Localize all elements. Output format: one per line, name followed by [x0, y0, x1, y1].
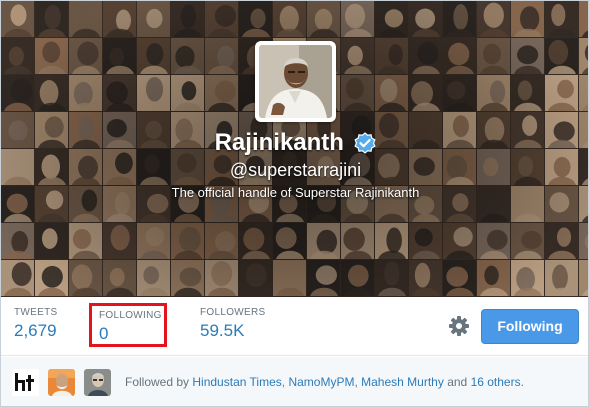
stat-followers[interactable]: FOLLOWERS 59.5K	[200, 307, 266, 341]
profile-handle[interactable]: @superstarrajini	[1, 160, 588, 181]
followed-by-bar: Followed by Hindustan Times, NamoMyPM, M…	[1, 357, 588, 406]
followed-by-and: and	[447, 375, 468, 389]
gear-icon[interactable]	[448, 315, 470, 337]
profile-card: Rajinikanth @superstarrajini The officia…	[0, 0, 589, 407]
stat-following-value: 0	[99, 324, 109, 343]
namomypm-avatar[interactable]	[48, 369, 75, 396]
stat-followers-value: 59.5K	[200, 321, 245, 340]
name-row: Rajinikanth	[1, 129, 588, 157]
hindustan-times-avatar[interactable]	[12, 369, 39, 396]
followed-by-prefix: Followed by	[125, 375, 190, 389]
stat-tweets-value: 2,679	[14, 321, 57, 340]
separator: ,	[281, 375, 286, 389]
separator: ,	[354, 375, 358, 389]
stat-following-label: FOLLOWING	[99, 310, 162, 321]
stat-tweets-label: TWEETS	[14, 307, 58, 318]
followed-by-end: .	[520, 375, 524, 389]
stat-tweets[interactable]: TWEETS 2,679	[14, 307, 57, 341]
stat-following[interactable]: FOLLOWING 0	[89, 303, 167, 347]
following-button[interactable]: Following	[481, 309, 579, 344]
followed-by-link-namomypm[interactable]: NamoMyPM	[288, 375, 354, 389]
display-name[interactable]: Rajinikanth	[215, 129, 344, 157]
mahesh-murthy-avatar[interactable]	[84, 369, 111, 396]
profile-avatar-image	[259, 45, 332, 118]
followed-by-link-others[interactable]: 16 others	[471, 375, 521, 389]
stat-followers-label: FOLLOWERS	[200, 307, 266, 318]
followed-by-link-hindustan-times[interactable]: Hindustan Times	[192, 375, 281, 389]
followed-by-link-mahesh-murthy[interactable]: Mahesh Murthy	[361, 375, 444, 389]
followed-by-text: Followed by Hindustan Times, NamoMyPM, M…	[125, 375, 524, 389]
profile-header: Rajinikanth @superstarrajini The officia…	[1, 1, 588, 297]
profile-avatar[interactable]	[255, 41, 336, 122]
profile-bio: The official handle of Superstar Rajinik…	[171, 185, 420, 200]
verified-badge-icon	[354, 132, 376, 154]
